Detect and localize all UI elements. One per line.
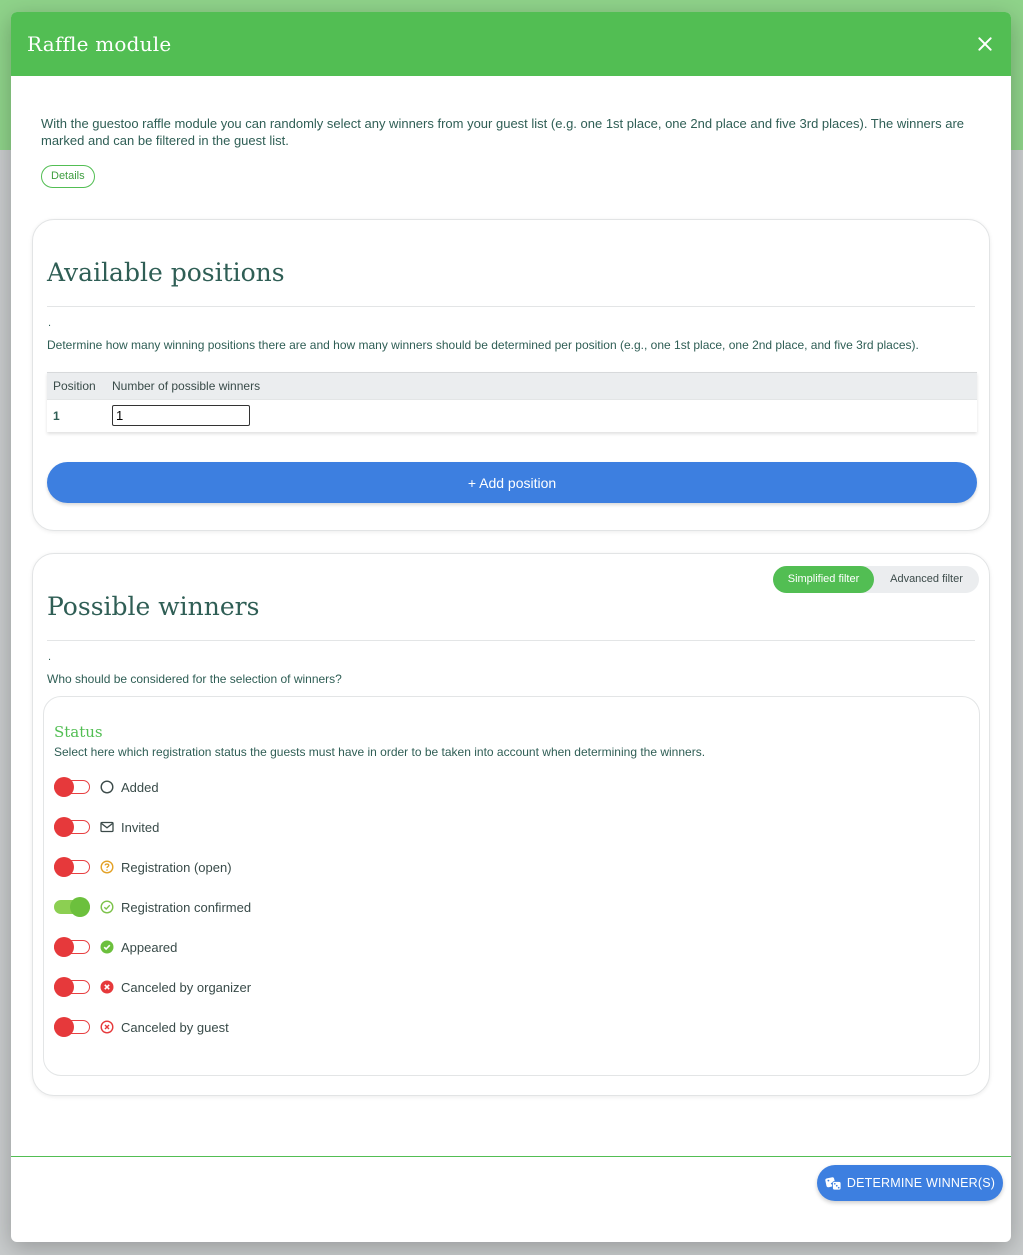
footer-divider [11, 1156, 1011, 1157]
column-header-winners: Number of possible winners [106, 372, 977, 400]
winners-description: Who should be considered for the selecti… [47, 672, 342, 686]
advanced-filter-option[interactable]: Advanced filter [874, 566, 979, 593]
status-row-registration-open: Registration (open) [54, 857, 232, 877]
dice-icon [825, 1176, 842, 1190]
positions-title: Available positions [47, 258, 285, 287]
toggle-canceled-guest[interactable] [54, 1017, 90, 1037]
positions-divider [47, 306, 975, 307]
status-label: Registration (open) [121, 859, 232, 875]
status-label: Invited [121, 819, 160, 835]
toggle-added[interactable] [54, 777, 90, 797]
table-header-row: Position Number of possible winners [47, 372, 977, 400]
winners-dot: . [48, 651, 52, 663]
status-row-canceled-organizer: Canceled by organizer [54, 977, 251, 997]
winners-divider [47, 640, 975, 641]
toggle-canceled-organizer[interactable] [54, 977, 90, 997]
toggle-appeared[interactable] [54, 937, 90, 957]
check-circle-outline-icon [100, 900, 114, 914]
intro-text: With the guestoo raffle module you can r… [41, 116, 965, 148]
positions-description: Determine how many winning positions the… [47, 338, 919, 352]
positions-table: Position Number of possible winners 1 [47, 372, 977, 432]
question-circle-icon [100, 860, 114, 874]
circle-outline-icon [100, 780, 114, 794]
determine-winners-button[interactable]: DETERMINE WINNER(S) [817, 1165, 1003, 1201]
status-label: Added [121, 779, 159, 795]
status-filter-box: Status Select here which registration st… [43, 696, 980, 1076]
modal-header: Raffle module [11, 12, 1011, 76]
toggle-registration-open[interactable] [54, 857, 90, 877]
modal-title: Raffle module [27, 32, 172, 56]
status-row-canceled-guest: Canceled by guest [54, 1017, 229, 1037]
status-row-registration-confirmed: Registration confirmed [54, 897, 251, 917]
status-row-appeared: Appeared [54, 937, 177, 957]
positions-dot: . [48, 317, 52, 329]
available-positions-card: Available positions . Determine how many… [32, 219, 990, 531]
x-circle-outline-icon [100, 1020, 114, 1034]
winners-cell [106, 399, 977, 432]
toggle-invited[interactable] [54, 817, 90, 837]
raffle-modal: Raffle module With the guestoo raffle mo… [11, 12, 1011, 1242]
status-label: Canceled by guest [121, 1019, 229, 1035]
status-description: Select here which registration status th… [54, 745, 706, 759]
status-title: Status [54, 723, 103, 741]
filter-mode-toggle: Simplified filter Advanced filter [773, 566, 979, 593]
winners-title: Possible winners [47, 592, 260, 621]
simplified-filter-option[interactable]: Simplified filter [773, 566, 874, 593]
check-circle-filled-icon [100, 940, 114, 954]
status-row-invited: Invited [54, 817, 159, 837]
details-button[interactable]: Details [41, 165, 95, 188]
status-row-added: Added [54, 777, 159, 797]
determine-winners-label: DETERMINE WINNER(S) [846, 1176, 996, 1190]
column-header-position: Position [47, 372, 106, 400]
x-circle-filled-icon [100, 980, 114, 994]
toggle-registration-confirmed[interactable] [54, 897, 90, 917]
table-row: 1 [47, 399, 977, 432]
add-position-button[interactable]: + Add position [47, 462, 977, 503]
status-label: Appeared [121, 939, 178, 955]
envelope-icon [100, 821, 114, 833]
status-label: Canceled by organizer [121, 979, 252, 995]
position-number: 1 [47, 399, 106, 432]
winners-count-input[interactable] [112, 405, 250, 427]
status-label: Registration confirmed [121, 899, 252, 915]
possible-winners-card: Simplified filter Advanced filter Possib… [32, 553, 990, 1096]
close-icon[interactable] [973, 32, 997, 56]
